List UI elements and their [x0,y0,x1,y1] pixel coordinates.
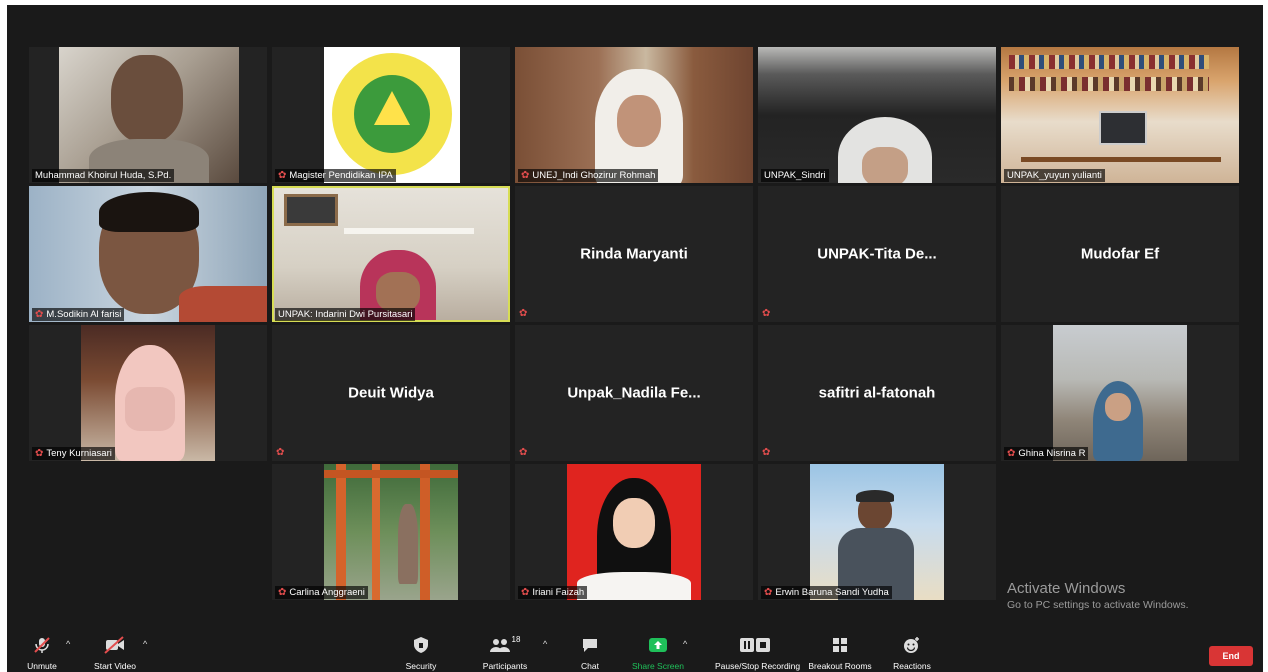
muted-mic-icon: ✿ [1007,448,1016,459]
active-speaker-tile[interactable]: UNPAK: Indarini Dwi Pursitasari [272,186,510,322]
participant-name: ✿ Teny Kurniasari [32,447,115,460]
participant-name: UNPAK_yuyun yulianti [1004,169,1105,182]
participant-name: Muhammad Khoirul Huda, S.Pd. [32,169,175,182]
participant-name: ✿ Iriani Faizah [518,586,588,599]
muted-mic-icon: ✿ [521,170,530,181]
muted-mic-icon: ✿ [519,308,528,319]
muted-mic-icon: ✿ [278,587,287,598]
smiley-plus-icon [899,635,925,655]
participant-name: Deuit Widya [348,384,434,402]
muted-microphone-icon [25,635,59,655]
muted-mic-icon: ✿ [35,448,44,459]
participant-name: UNPAK-Tita De... [817,245,937,263]
video-tile[interactable]: ✿ M.Sodikin Al farisi [29,186,267,322]
participants-count: 18 [511,635,521,644]
video-tile[interactable]: ✿ Erwin Baruna Sandi Yudha [758,464,996,600]
video-options-chevron-icon[interactable]: ^ [143,639,147,649]
video-tile[interactable]: Muhammad Khoirul Huda, S.Pd. [29,47,267,183]
participant-video [274,188,508,320]
participant-video [810,464,944,600]
video-tile[interactable]: ✿ Ghina Nisrina R [1001,325,1239,461]
muted-mic-icon: ✿ [519,447,528,458]
participant-video [567,464,701,600]
participant-video [324,464,458,600]
university-logo [324,47,460,183]
video-tile[interactable]: ✿ Magister Pendidikan IPA [272,47,510,183]
pause-stop-recording-button[interactable]: Pause/Stop Recording [715,632,800,672]
participants-icon: 18 [485,635,525,655]
activate-windows-watermark: Activate Windows Go to PC settings to ac… [1007,580,1189,611]
security-button[interactable]: Security [406,632,436,672]
pause-stop-icon [735,635,775,655]
video-tile[interactable]: Unpak_Nadila Fe... ✿ [515,325,753,461]
participant-video [29,186,267,322]
participants-button[interactable]: 18 Participants [483,632,527,672]
muted-mic-icon: ✿ [278,170,287,181]
participant-video [81,325,215,461]
participant-video [1053,325,1187,461]
share-screen-button[interactable]: Share Screen [632,632,684,672]
video-tile[interactable]: ✿ Teny Kurniasari [29,325,267,461]
participant-name: UNPAK: Indarini Dwi Pursitasari [275,308,416,321]
chat-button[interactable]: Chat [575,632,605,672]
participant-name: ✿ M.Sodikin Al farisi [32,308,125,321]
muted-mic-icon: ✿ [35,309,44,320]
start-video-button[interactable]: Start Video [94,632,136,672]
watermark-subtitle: Go to PC settings to activate Windows. [1007,599,1189,611]
zoom-meeting-window: Muhammad Khoirul Huda, S.Pd. ✿ Magister P… [7,5,1263,672]
audio-options-chevron-icon[interactable]: ^ [66,639,70,649]
muted-mic-icon: ✿ [762,447,771,458]
video-tile[interactable]: ✿ Carlina Anggraeni [272,464,510,600]
video-tile[interactable]: UNPAK_yuyun yulianti [1001,47,1239,183]
participant-name: Mudofar Ef [1080,245,1160,263]
participant-name: ✿ UNEJ_Indi Ghozirur Rohmah [518,169,659,182]
participant-name: UNPAK_Sindri [761,169,829,182]
video-off-icon [95,635,135,655]
watermark-title: Activate Windows [1007,580,1126,597]
meeting-toolbar: Unmute ^ Start Video ^ Security 18 Parti… [7,632,1263,672]
participant-name: Unpak_Nadila Fe... [567,384,701,402]
unmute-button[interactable]: Unmute [25,632,59,672]
participant-name: ✿ Magister Pendidikan IPA [275,169,396,182]
shield-icon [409,635,433,655]
participant-name: ✿ Carlina Anggraeni [275,586,368,599]
video-tile[interactable]: Rinda Maryanti ✿ [515,186,753,322]
share-screen-arrow-icon [641,635,675,655]
participant-video [515,47,753,183]
breakout-rooms-button[interactable]: Breakout Rooms [808,632,872,672]
participant-name: ✿ Erwin Baruna Sandi Yudha [761,586,892,599]
video-tile[interactable]: Mudofar Ef [1001,186,1239,322]
video-tile[interactable]: safitri al-fatonah ✿ [758,325,996,461]
participants-options-chevron-icon[interactable]: ^ [543,639,547,649]
breakout-rooms-grid-icon [825,635,855,655]
video-tile[interactable]: UNPAK_Sindri [758,47,996,183]
muted-mic-icon: ✿ [762,308,771,319]
muted-mic-icon: ✿ [764,587,773,598]
participant-name: Rinda Maryanti [580,245,688,263]
end-meeting-button[interactable]: End [1209,646,1253,666]
participant-name: safitri al-fatonah [818,384,936,402]
chat-bubble-icon [575,635,605,655]
share-options-chevron-icon[interactable]: ^ [683,639,687,649]
reactions-button[interactable]: Reactions [893,632,931,672]
video-tile[interactable]: ✿ Iriani Faizah [515,464,753,600]
participant-video [758,47,996,183]
video-tile[interactable]: Deuit Widya ✿ [272,325,510,461]
muted-mic-icon: ✿ [276,447,285,458]
participant-name: ✿ Ghina Nisrina R [1004,447,1089,460]
muted-mic-icon: ✿ [521,587,530,598]
participant-video [1001,47,1239,183]
video-tile[interactable]: UNPAK-Tita De... ✿ [758,186,996,322]
participant-video [59,47,239,183]
video-tile[interactable]: ✿ UNEJ_Indi Ghozirur Rohmah [515,47,753,183]
